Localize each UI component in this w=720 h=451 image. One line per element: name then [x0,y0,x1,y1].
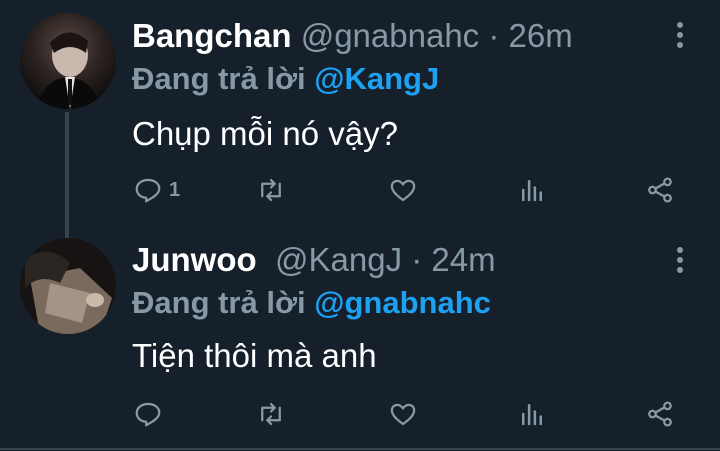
more-icon[interactable] [676,22,684,50]
analytics-button[interactable] [517,394,547,434]
user-handle[interactable]: @gnabnahc [301,17,479,54]
user-handle[interactable]: @KangJ [275,241,402,278]
share-button[interactable] [645,170,675,210]
timestamp[interactable]: 26m [509,17,573,54]
reply-icon [135,402,161,427]
action-bar: 1 [0,170,720,210]
tweet-text: Chụp mỗi nó vậy? [132,115,398,152]
replying-to: Đang trả lời @gnabnahc [132,284,491,322]
action-bar [0,394,720,434]
tweet[interactable]: Junwoo @KangJ · 24m Đang trả lời @gnabna… [0,226,720,451]
share-icon [648,401,672,427]
display-name[interactable]: Bangchan [132,17,292,54]
like-icon [390,403,416,426]
separator: · [411,241,423,278]
divider [0,448,720,450]
like-button[interactable] [388,394,418,434]
share-icon [648,177,672,203]
reply-button[interactable]: 1 [133,170,180,210]
avatar[interactable] [20,238,116,334]
tweet-header: Bangchan @gnabnahc · 26m [132,16,573,56]
avatar-image [38,32,100,109]
reply-button[interactable] [133,394,169,434]
retweet-icon [261,178,281,202]
reply-mention[interactable]: @KangJ [314,61,439,96]
more-icon[interactable] [676,247,684,275]
like-icon [390,179,416,202]
share-button[interactable] [645,394,675,434]
tweet-header: Junwoo @KangJ · 24m [132,240,496,280]
reply-count: 1 [169,178,181,201]
separator: · [488,17,500,54]
tweet-text: Tiện thôi mà anh [132,337,377,374]
retweet-icon [261,402,281,426]
analytics-icon [522,404,542,426]
reply-prefix: Đang trả lời [132,285,306,320]
reply-icon [135,178,161,203]
reply-mention[interactable]: @gnabnahc [314,285,491,320]
replying-to: Đang trả lời @KangJ [132,60,439,98]
reply-prefix: Đang trả lời [132,61,306,96]
analytics-button[interactable] [517,170,547,210]
avatar[interactable] [20,13,116,109]
avatar-image [20,238,116,334]
retweet-button[interactable] [256,394,286,434]
display-name[interactable]: Junwoo [132,241,257,278]
analytics-icon [522,180,542,202]
timestamp[interactable]: 24m [431,241,495,278]
like-button[interactable] [388,170,418,210]
retweet-button[interactable] [256,170,286,210]
tweet[interactable]: Bangchan @gnabnahc · 26m Đang trả lời @K… [0,0,720,240]
